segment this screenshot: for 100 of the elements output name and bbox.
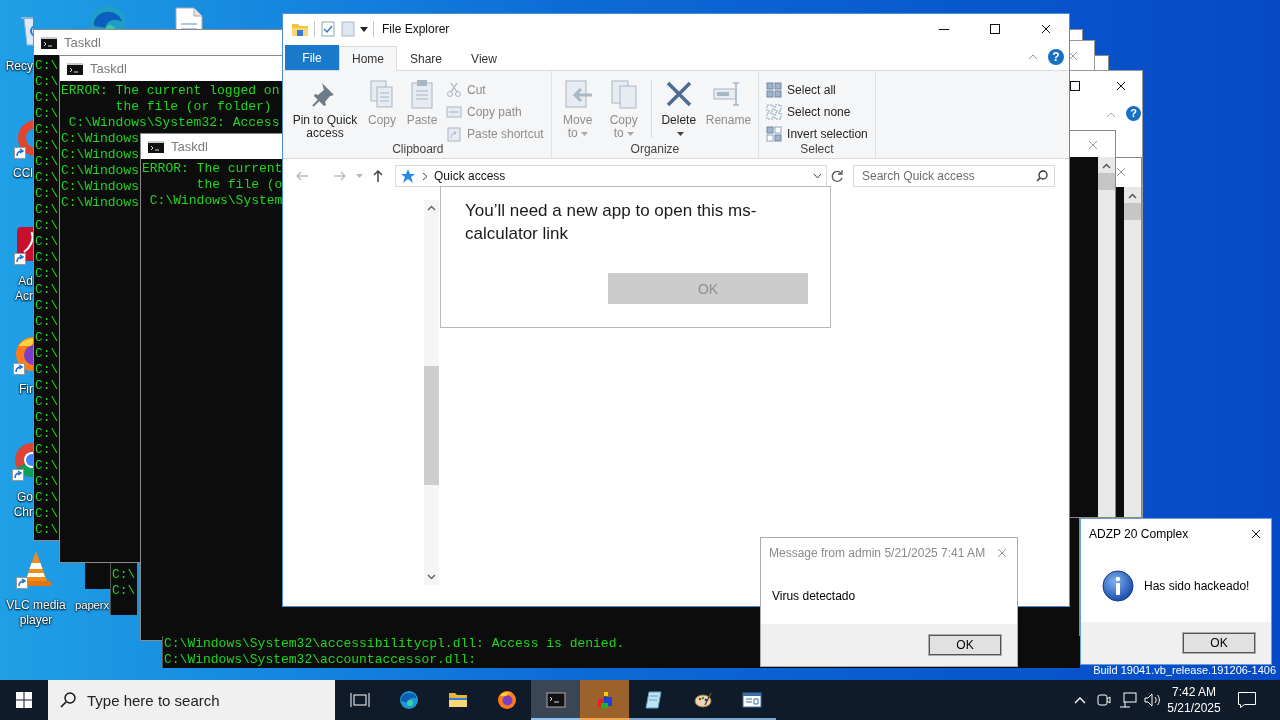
folder-icon [291,21,309,37]
refresh-icon[interactable] [830,169,844,183]
console-line: C:\ [34,378,59,394]
group-label: Organize [629,142,681,156]
desktop-icon-label[interactable]: Go Chr [0,490,33,520]
ribbon-button[interactable]: Invert selection [763,123,871,145]
caret-up-icon [1102,163,1111,169]
desktop-icon-label[interactable]: Ad Acr [0,274,33,304]
palette-icon [692,690,713,710]
scrollbar[interactable] [424,200,439,585]
select-none-icon [766,104,783,120]
help-button[interactable]: ? [1048,49,1064,65]
invert-selection-icon [766,126,783,142]
terminal-icon [41,36,57,49]
close-icon[interactable] [1041,24,1051,34]
console-line: C:\ [34,362,59,378]
window-title: Taskdl [90,61,127,76]
console-line: C:\ [34,442,59,458]
scrollbar-thumb[interactable] [1124,203,1141,220]
desktop-icon-label[interactable]: Fir [0,382,33,397]
console-line: C:\ [34,314,59,330]
console-line: C:\ [34,170,59,186]
scrollbar[interactable] [1124,187,1141,517]
console-line: C:\ [34,250,59,266]
group-label: Clipboard [391,142,445,156]
taskbar-button[interactable] [531,680,580,720]
scrollbar-thumb[interactable] [1098,173,1115,190]
search-field[interactable]: Type here to search [48,680,335,720]
window-title: File Explorer [382,22,450,36]
console-line: C:\Windows\System32\accessibilitycpl.dll: Access is denied. [163,636,625,652]
desktop-icon-label[interactable]: Recy [0,59,33,74]
dialog-message: You’ll need a new app to open this ms-calculator link [465,200,758,245]
ribbon-button[interactable]: Select none [763,101,871,123]
menu-tab[interactable]: File [285,45,339,70]
caret-up-icon [1128,193,1137,199]
console-line: C:\ [34,58,59,74]
search-icon [1036,170,1048,182]
chevron-right-icon [422,171,428,181]
search-field[interactable]: Search Quick access [853,165,1055,187]
ribbon-button[interactable]: Pin to Quick access [289,76,361,142]
ribbon-button[interactable]: Select all [763,79,871,101]
caret-icon[interactable] [360,26,368,32]
path-icon [446,104,462,120]
console-line: C:\ [34,330,59,346]
scrollbar[interactable] [1098,157,1115,517]
console-line: C:\ [111,583,136,599]
scissors-icon [446,82,462,98]
info-icon [1102,569,1134,602]
ribbon-tab[interactable]: Home [339,46,397,71]
terminal-icon [545,690,566,710]
console-line: C:\Windows\System32: Access [67,115,280,131]
shortcut-icon [446,126,462,142]
console-line: the file (or folder) [114,99,272,115]
date-label: 5/21/2025 [1167,700,1221,716]
console-line: ERROR: The current logged on [60,83,280,99]
ribbon-tab[interactable]: View [455,46,513,70]
flame-globe-icon [496,690,517,710]
close-icon[interactable] [1251,529,1261,539]
console-line: C:\Windows\System [148,193,283,209]
console-line: C:\ [34,106,59,122]
maximize-icon[interactable] [1070,81,1080,91]
console-line: C:\ [111,567,136,583]
window-icon [741,690,762,710]
console-line: C:\Windows\System32\accountaccessor.dll: [163,652,477,668]
maximize-icon[interactable] [990,24,1000,34]
console-line: C:\ [34,298,59,314]
clock[interactable]: 7:42 AM 5/21/2025 [1164,680,1224,720]
caret-up-icon [427,205,436,211]
up-arrow-icon[interactable] [372,169,384,183]
task-view-icon [349,690,370,710]
notification-icon[interactable] [1237,691,1257,709]
window-title: Taskdl [171,139,208,154]
network-icon[interactable] [1119,692,1137,708]
ribbon-button[interactable]: Delete [656,76,701,142]
console-line: C:\ [34,506,59,522]
window-title: Taskdl [64,35,101,50]
properties-icon[interactable] [320,21,336,37]
notebook-icon [643,690,664,710]
console-line: C:\Windows [60,179,139,195]
terminal-icon [148,140,164,153]
console-line: C:\ [34,266,59,282]
ok-button[interactable]: OK [928,634,1002,656]
group-label: Select [799,142,835,156]
ribbon-tab[interactable]: Share [397,46,455,70]
message-text: Virus detectado [772,589,856,603]
close-icon[interactable] [1116,81,1126,91]
ok-button[interactable]: OK [1182,632,1256,654]
terminal-icon [67,62,83,75]
desktop-icon-label[interactable]: VLC media player [0,598,72,628]
camera-icon[interactable] [1097,692,1111,708]
desktop-icon-label[interactable]: paperx [75,598,109,613]
console-line: C:\ [34,138,59,154]
console-line: C:\ [34,410,59,426]
scrollbar-thumb[interactable] [424,366,439,485]
folder-icon [447,690,468,710]
time-label: 7:42 AM [1172,684,1216,700]
window-title: ADZP 20 Complex [1089,527,1190,541]
help-button[interactable]: ? [1126,106,1141,121]
desktop-icon-label[interactable]: CCl [0,166,33,181]
speaker-icon[interactable] [1143,692,1161,708]
